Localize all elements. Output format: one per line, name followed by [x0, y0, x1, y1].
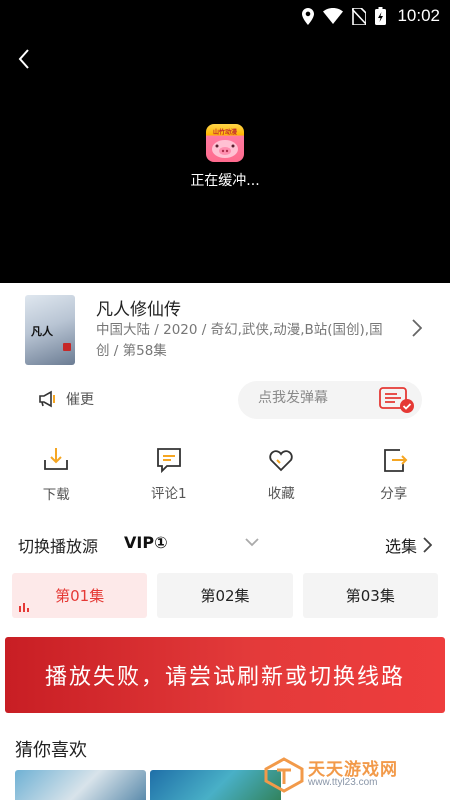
watermark-url: www.ttyl23.com — [308, 777, 378, 788]
action-row: 下载 评论1 收藏 分享 — [0, 446, 450, 503]
urge-update-button[interactable]: 催更 — [38, 389, 94, 409]
show-poster: 凡人 — [25, 295, 75, 365]
chevron-right-icon — [423, 537, 432, 553]
source-select[interactable]: VIP① — [124, 533, 168, 552]
app-logo: 山竹动漫 — [206, 124, 244, 162]
pig-face-icon — [212, 140, 238, 158]
show-info[interactable]: 凡人 凡人修仙传 中国大陆 / 2020 / 奇幻,武侠,动漫,B站(国创),国… — [0, 283, 450, 373]
danmaku-input[interactable] — [258, 390, 368, 406]
video-player[interactable]: 10:02 山竹动漫 正在缓冲... — [0, 0, 450, 283]
megaphone-icon — [39, 390, 55, 408]
episode-item[interactable]: 第03集 — [302, 573, 438, 618]
download-button[interactable]: 下载 — [0, 446, 113, 503]
show-meta: 中国大陆 / 2020 / 奇幻,武侠,动漫,B站(国创),国创 / 第58集 — [96, 322, 383, 359]
episode-select-label: 选集 — [384, 537, 417, 556]
playback-error-banner[interactable]: 播放失败，请尝试刷新或切换线路 — [5, 637, 445, 713]
error-message: 播放失败，请尝试刷新或切换线路 — [44, 665, 405, 690]
share-label: 分享 — [380, 486, 408, 502]
watermark: 天天游戏网 www.ttyl23.com — [262, 755, 422, 795]
source-row: 切换播放源 VIP① 选集 — [18, 531, 432, 557]
wifi-icon — [323, 8, 344, 24]
heart-icon — [269, 450, 293, 472]
comment-button[interactable]: 评论1 — [113, 446, 226, 503]
episode-item[interactable]: 第01集 — [12, 573, 148, 618]
loading-text: 正在缓冲... — [190, 173, 260, 189]
urge-label: 催更 — [66, 392, 94, 408]
status-bar: 10:02 — [0, 0, 450, 32]
episode-item[interactable]: 第02集 — [157, 573, 293, 618]
episode-label: 第02集 — [200, 587, 250, 605]
poster-title: 凡人 — [31, 325, 53, 338]
episode-select-button[interactable]: 选集 — [385, 533, 432, 557]
watermark-logo-icon — [264, 757, 304, 793]
favorite-button[interactable]: 收藏 — [225, 446, 338, 503]
location-icon — [302, 7, 315, 25]
show-title: 凡人修仙传 — [96, 300, 181, 320]
download-icon — [44, 448, 69, 470]
danmaku-bar[interactable] — [238, 381, 422, 419]
comment-label: 评论1 — [150, 486, 187, 502]
episode-list: 第01集 第02集 第03集 — [12, 573, 438, 618]
poster-seal — [63, 343, 71, 351]
chevron-right-icon[interactable] — [412, 319, 422, 337]
share-button[interactable]: 分享 — [338, 446, 450, 503]
comment-icon — [156, 448, 181, 474]
playing-bars-icon — [19, 603, 29, 612]
chevron-down-icon[interactable] — [245, 537, 259, 547]
recommend-title: 猜你喜欢 — [15, 740, 87, 761]
recommend-thumbnail[interactable] — [15, 770, 146, 800]
source-label: 切换播放源 — [18, 537, 99, 556]
episode-label: 第03集 — [345, 587, 395, 605]
danmaku-settings-icon[interactable] — [378, 386, 416, 414]
back-button[interactable] — [10, 44, 38, 74]
battery-charging-icon — [375, 7, 387, 25]
back-arrow-icon — [18, 49, 29, 69]
favorite-label: 收藏 — [267, 486, 295, 502]
recommend-list — [15, 770, 281, 800]
download-label: 下载 — [42, 487, 70, 503]
status-time: 10:02 — [397, 6, 440, 25]
share-icon — [383, 449, 408, 472]
episode-label: 第01集 — [55, 587, 105, 605]
no-sim-icon — [352, 7, 367, 25]
